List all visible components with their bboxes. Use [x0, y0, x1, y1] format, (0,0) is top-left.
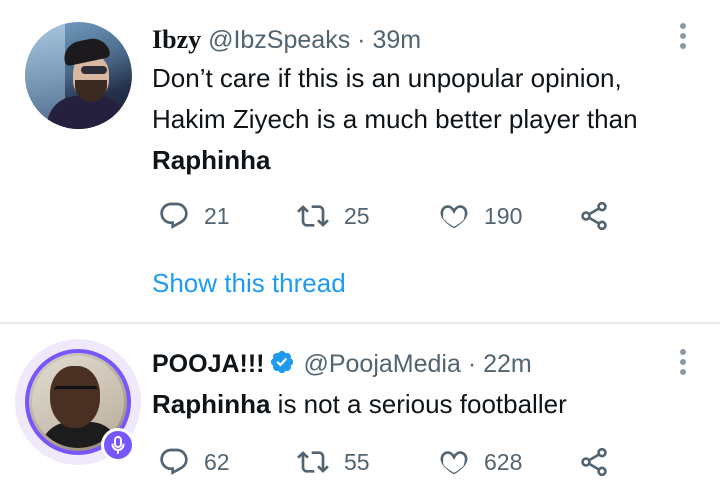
separator-dot: ·: [357, 26, 366, 54]
retweet-icon: [297, 205, 329, 227]
user-handle[interactable]: @PoojaMedia: [303, 350, 460, 378]
display-name[interactable]: POOJA!!!: [152, 350, 265, 378]
like-count: 190: [484, 202, 523, 229]
spaces-mic-icon: [111, 436, 125, 454]
more-vertical-icon[interactable]: [680, 349, 688, 379]
share-button[interactable]: [578, 445, 610, 479]
share-icon: [581, 201, 607, 231]
reply-count: 62: [204, 448, 230, 475]
like-button[interactable]: 628: [438, 445, 522, 479]
verified-icon: [269, 349, 295, 382]
reply-icon: [160, 448, 188, 475]
timestamp[interactable]: 39m: [372, 26, 421, 54]
action-bar: 62 55 628: [158, 445, 638, 479]
retweet-button[interactable]: 25: [296, 199, 370, 233]
action-bar: 21 25 190: [158, 199, 638, 233]
share-button[interactable]: [578, 199, 610, 233]
like-icon: [440, 205, 468, 229]
tweet-header: POOJA!!! @PoojaMedia · 22m: [152, 349, 532, 382]
reply-button[interactable]: 62: [158, 445, 230, 479]
tweet-text-bold: Raphinha: [152, 145, 271, 175]
show-thread-link[interactable]: Show this thread: [152, 266, 346, 300]
retweet-icon: [297, 451, 329, 473]
reply-icon: [160, 202, 188, 229]
more-vertical-icon[interactable]: [680, 23, 688, 53]
spaces-badge[interactable]: [101, 428, 135, 462]
retweet-count: 25: [344, 202, 370, 229]
tweet-text-bold: Raphinha: [152, 389, 271, 419]
retweet-button[interactable]: 55: [296, 445, 370, 479]
timestamp[interactable]: 22m: [483, 350, 532, 378]
tweet-header: Ibzy @IbzSpeaks · 39m: [152, 25, 421, 55]
tweet-text: Don’t care if this is an unpopular opini…: [152, 58, 692, 181]
share-icon: [581, 447, 607, 477]
display-name[interactable]: Ibzy: [152, 25, 201, 54]
like-count: 628: [484, 448, 523, 475]
reply-count: 21: [204, 202, 230, 229]
retweet-count: 55: [344, 448, 370, 475]
avatar-glasses: [54, 386, 98, 399]
tweet-text-part: is not a serious footballer: [270, 389, 567, 419]
like-button[interactable]: 190: [438, 199, 522, 233]
user-handle[interactable]: @IbzSpeaks: [208, 26, 350, 54]
separator-dot: ·: [467, 350, 477, 378]
tweet[interactable]: Ibzy @IbzSpeaks · 39m Don’t care if this…: [0, 0, 720, 322]
tweet-text: Raphinha is not a serious footballer: [152, 384, 692, 424]
tweet-text-part: Don’t care if this is an unpopular opini…: [152, 63, 638, 134]
avatar-sunglasses: [81, 66, 107, 74]
avatar[interactable]: [25, 22, 132, 129]
reply-button[interactable]: 21: [158, 199, 230, 233]
tweet[interactable]: POOJA!!! @PoojaMedia · 22m Raphinha is n…: [0, 324, 720, 482]
like-icon: [440, 451, 468, 475]
